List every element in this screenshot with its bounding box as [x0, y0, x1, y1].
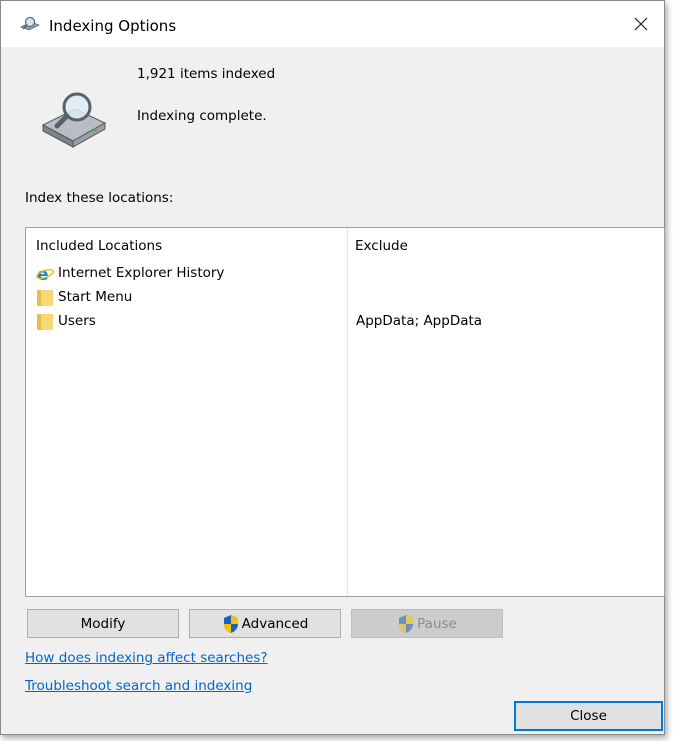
advanced-button[interactable]: Advanced [189, 609, 341, 638]
pause-button[interactable]: Pause [351, 609, 503, 638]
indexing-help-link[interactable]: How does indexing affect searches? [25, 650, 268, 666]
close-button-label: Close [570, 708, 607, 724]
internet-explorer-icon: e [36, 265, 54, 283]
locations-list[interactable]: Included Locations Exclude e Internet Ex… [25, 227, 665, 597]
list-item-name: Internet Explorer History [58, 265, 225, 281]
list-item-start-menu[interactable]: Start Menu [36, 287, 656, 309]
window-title: Indexing Options [49, 17, 177, 35]
indexing-status: Indexing complete. [137, 108, 267, 124]
index-locations-label: Index these locations: [25, 190, 174, 206]
items-indexed-count: 1,921 items indexed [137, 66, 276, 82]
modify-button[interactable]: Modify [27, 609, 179, 638]
close-button[interactable]: Close [514, 701, 663, 731]
uac-shield-icon [399, 614, 414, 633]
advanced-button-label: Advanced [241, 615, 309, 632]
list-item-users[interactable]: Users AppData; AppData [36, 311, 656, 333]
pause-button-label: Pause [417, 615, 457, 632]
exclude-header[interactable]: Exclude [355, 238, 408, 254]
uac-shield-icon [223, 614, 238, 633]
search-index-icon [20, 16, 40, 31]
list-item-ie-history[interactable]: e Internet Explorer History [36, 263, 656, 285]
list-item-name: Start Menu [58, 289, 133, 305]
close-icon[interactable] [618, 1, 664, 47]
list-item-exclude: AppData; AppData [356, 313, 483, 329]
indexing-options-window: Indexing Options 1,921 items indexed Ind… [0, 0, 665, 735]
included-locations-header[interactable]: Included Locations [36, 238, 162, 254]
list-item-name: Users [58, 313, 96, 329]
folder-icon [37, 290, 53, 306]
folder-icon [37, 314, 53, 330]
modify-button-label: Modify [80, 615, 126, 632]
indexing-drive-icon [41, 92, 107, 148]
title-bar: Indexing Options [1, 1, 664, 47]
troubleshoot-link[interactable]: Troubleshoot search and indexing [25, 678, 252, 694]
